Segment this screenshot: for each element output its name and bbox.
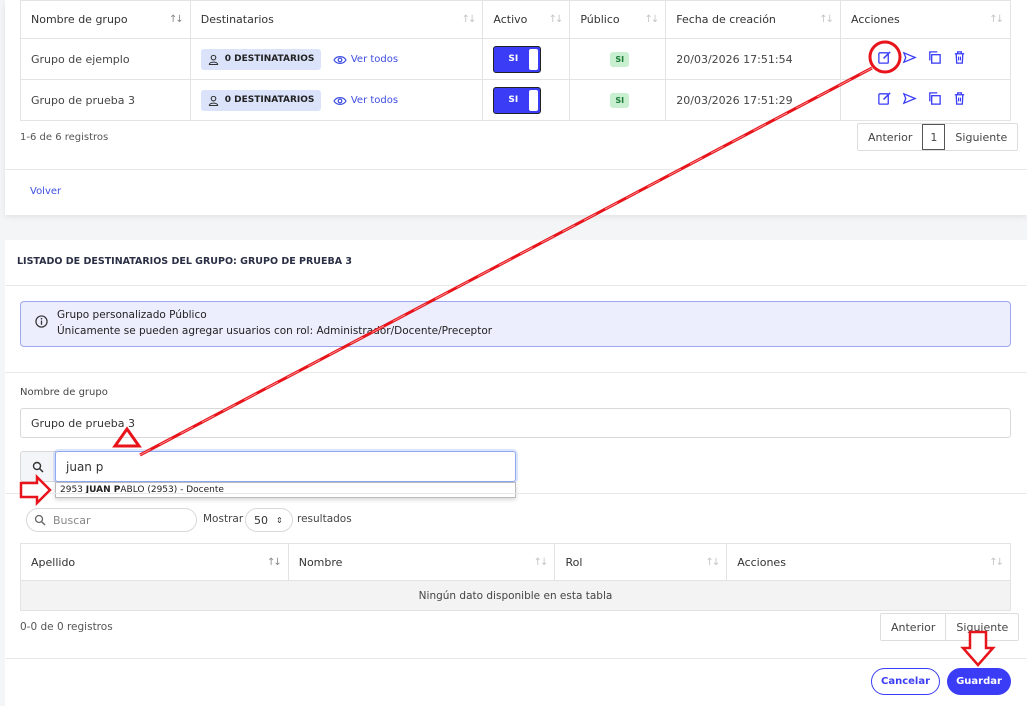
sort-icon: ↑↓ (705, 557, 720, 568)
sort-icon: ↑↓ (548, 14, 564, 25)
col-destinatarios[interactable]: Destinatarios ↑↓ (189, 0, 484, 39)
public-badge: SI (610, 51, 630, 67)
table-row: Grupo de ejemplo 0 DESTINATARIOS Ver tod… (20, 38, 1011, 80)
save-button[interactable]: Guardar (947, 668, 1011, 695)
chevron-updown-icon: ⇕ (276, 515, 283, 525)
recipients-table: Apellido ↑↓ Nombre ↑↓ Rol ↑↓ Acciones ↑↓ Nin… (20, 543, 1011, 611)
group-name: Grupo de ejemplo (20, 38, 191, 80)
group-name-label: Nombre de grupo (20, 387, 108, 398)
sort-asc-icon: ↑↓ (168, 14, 184, 25)
eye-icon (333, 55, 347, 64)
created-date: 20/03/2026 17:51:54 (665, 38, 842, 80)
alert-title: Grupo personalizado Público (57, 309, 207, 321)
group-name-field[interactable]: Grupo de prueba 3 (20, 408, 1011, 438)
col-activo[interactable]: Activo ↑↓ (482, 0, 571, 39)
autocomplete-option[interactable]: 2953 JUAN PABLO (2953) - Docente (55, 482, 516, 498)
col-publico[interactable]: Público ↑↓ (569, 0, 667, 39)
info-alert: Grupo personalizado Público Únicamente s… (20, 301, 1011, 347)
view-all-link[interactable]: Ver todos (333, 95, 398, 106)
sort-icon: ↑↓ (989, 14, 1004, 25)
active-toggle[interactable]: SI (493, 86, 542, 114)
divider (5, 658, 1027, 659)
created-date: 20/03/2026 17:51:29 (665, 79, 842, 121)
send-icon[interactable] (902, 50, 917, 65)
recipients-badge[interactable]: 0 DESTINATARIOS (200, 89, 322, 111)
groups-card: Nombre de grupo ↑↓ Destinatarios ↑↓ Activo… (5, 0, 1027, 215)
user-search-input[interactable]: juan p (55, 451, 516, 482)
divider (5, 493, 1027, 494)
trash-icon[interactable] (952, 50, 967, 65)
user-icon (208, 95, 218, 106)
search-icon-addon (20, 451, 56, 482)
section-title: LISTADO DE DESTINATARIOS DEL GRUPO: GRUP… (17, 256, 353, 267)
sort-icon: ↑↓ (533, 557, 549, 568)
pagination: Anterior 1 Siguiente (857, 123, 1019, 151)
copy-icon[interactable] (927, 50, 942, 65)
empty-row: Ningún dato disponible en esta tabla (20, 580, 1011, 611)
results-label: resultados (297, 513, 352, 525)
sort-asc-icon: ↑↓ (266, 557, 282, 568)
edit-icon[interactable] (877, 91, 892, 106)
cancel-button[interactable]: Cancelar (871, 668, 940, 695)
recipients-count: 0 DESTINATARIOS (224, 95, 315, 105)
eye-icon (333, 96, 347, 105)
page-size-select[interactable]: 50 ⇕ (245, 508, 293, 532)
sort-icon: ↑↓ (819, 14, 834, 25)
page-1-button[interactable]: 1 (922, 124, 946, 150)
active-toggle[interactable]: SI (493, 45, 542, 73)
sort-icon: ↑↓ (461, 14, 477, 25)
view-all-link[interactable]: Ver todos (333, 54, 398, 65)
sort-icon: ↑↓ (989, 557, 1004, 568)
show-label: Mostrar (203, 513, 244, 525)
col-nombre[interactable]: Nombre ↑↓ (287, 543, 556, 581)
table-search-input[interactable]: Buscar (26, 508, 197, 532)
empty-message: Ningún dato disponible en esta tabla (20, 580, 1011, 611)
divider (5, 372, 1027, 373)
next-page-button[interactable]: Siguiente (945, 614, 1018, 640)
prev-page-button[interactable]: Anterior (881, 614, 945, 640)
search-icon (32, 461, 44, 473)
send-icon[interactable] (902, 91, 917, 106)
col-acciones[interactable]: Acciones ↑↓ (726, 543, 1011, 581)
table-info: 0-0 de 0 registros (20, 621, 113, 633)
col-nombre-grupo[interactable]: Nombre de grupo ↑↓ (20, 0, 191, 39)
col-acciones[interactable]: Acciones ↑↓ (840, 0, 1011, 39)
sort-icon: ↑↓ (644, 14, 660, 25)
back-link[interactable]: Volver (30, 186, 61, 197)
col-rol[interactable]: Rol ↑↓ (554, 543, 728, 581)
public-badge: SI (610, 92, 630, 108)
group-name: Grupo de prueba 3 (20, 79, 191, 121)
row-actions (877, 50, 967, 65)
table-row: Grupo de prueba 3 0 DESTINATARIOS Ver to… (20, 79, 1011, 121)
info-icon (35, 315, 48, 328)
divider (5, 169, 1027, 170)
groups-table: Nombre de grupo ↑↓ Destinatarios ↑↓ Activo… (20, 0, 1011, 121)
divider (5, 285, 1027, 286)
recipients-badge[interactable]: 0 DESTINATARIOS (200, 48, 322, 70)
next-page-button[interactable]: Siguiente (945, 124, 1017, 150)
edit-icon[interactable] (877, 50, 892, 65)
recipients-count: 0 DESTINATARIOS (224, 54, 315, 64)
user-icon (208, 54, 218, 65)
pagination: Anterior Siguiente (880, 613, 1020, 641)
col-fecha[interactable]: Fecha de creación ↑↓ (665, 0, 842, 39)
alert-text: Únicamente se pueden agregar usuarios co… (57, 325, 493, 337)
col-apellido[interactable]: Apellido ↑↓ (20, 543, 289, 581)
copy-icon[interactable] (927, 91, 942, 106)
row-actions (877, 91, 967, 106)
recipients-card: LISTADO DE DESTINATARIOS DEL GRUPO: GRUP… (5, 240, 1027, 706)
trash-icon[interactable] (952, 91, 967, 106)
prev-page-button[interactable]: Anterior (858, 124, 922, 150)
search-icon (34, 514, 46, 526)
table-info: 1-6 de 6 registros (20, 132, 109, 143)
